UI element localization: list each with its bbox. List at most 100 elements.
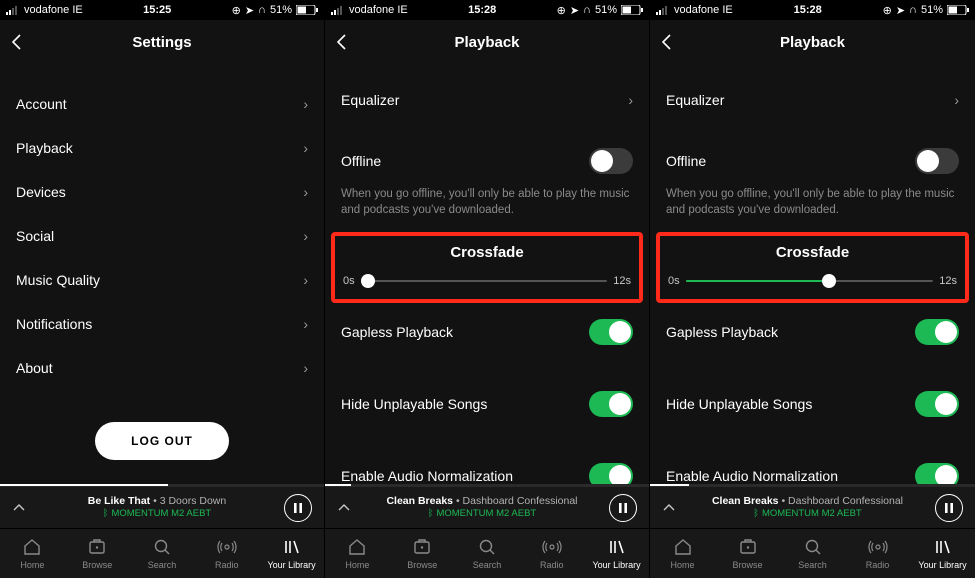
settings-item-devices[interactable]: Devices› [0, 170, 324, 214]
now-playing-bar[interactable]: Clean Breaks • Dashboard Confessional ᛒM… [650, 486, 975, 528]
track-title: Clean Breaks [386, 495, 453, 507]
browse-icon [738, 537, 758, 557]
nav-bar: Playback [325, 20, 649, 64]
settings-item-account[interactable]: Account› [0, 82, 324, 126]
battery-icon [296, 5, 318, 15]
tab-library[interactable]: Your Library [584, 529, 649, 578]
tab-radio[interactable]: Radio [519, 529, 584, 578]
now-playing-bar[interactable]: Clean Breaks • Dashboard Confessional ᛒM… [325, 486, 649, 528]
device-name: MOMENTUM M2 AEBT [436, 508, 536, 520]
tab-home[interactable]: Home [325, 529, 390, 578]
pause-button[interactable] [935, 494, 963, 522]
tab-search[interactable]: Search [780, 529, 845, 578]
settings-item-social[interactable]: Social› [0, 214, 324, 258]
crossfade-max: 12s [613, 275, 631, 287]
track-artist: 3 Doors Down [160, 495, 227, 507]
equalizer-row[interactable]: Equalizer› [650, 78, 975, 122]
gapless-toggle[interactable] [589, 319, 633, 345]
search-icon [477, 537, 497, 557]
offline-toggle[interactable] [915, 148, 959, 174]
signal-icon [6, 6, 20, 15]
audio-norm-row: Enable Audio Normalization [650, 449, 975, 484]
tab-radio[interactable]: Radio [194, 529, 259, 578]
equalizer-row[interactable]: Equalizer› [325, 78, 649, 122]
bluetooth-icon: ᛒ [103, 508, 109, 520]
crossfade-min: 0s [668, 275, 680, 287]
headphones-icon: ∩ [583, 4, 591, 16]
chevron-right-icon: › [303, 272, 308, 288]
status-bar: vodafone IE 15:25 ⊕ ➤ ∩ 51% [0, 0, 324, 20]
location-icon: ➤ [570, 4, 579, 17]
offline-row: Offline [650, 136, 975, 186]
alarm-icon: ⊕ [557, 4, 566, 17]
tab-radio[interactable]: Radio [845, 529, 910, 578]
now-playing-expand[interactable] [662, 504, 680, 512]
gapless-row: Gapless Playback [325, 305, 649, 359]
status-bar: vodafone IE 15:28 ⊕ ➤ ∩ 51% [325, 0, 649, 20]
settings-item-playback[interactable]: Playback› [0, 126, 324, 170]
back-button[interactable] [10, 20, 22, 64]
track-artist: Dashboard Confessional [788, 495, 903, 507]
chevron-up-icon [12, 504, 26, 512]
headphones-icon: ∩ [909, 4, 917, 16]
tab-home[interactable]: Home [0, 529, 65, 578]
offline-description: When you go offline, you'll only be able… [325, 186, 649, 230]
settings-item-about[interactable]: About› [0, 346, 324, 390]
back-button[interactable] [660, 20, 672, 64]
page-title: Playback [454, 34, 519, 51]
pause-button[interactable] [284, 494, 312, 522]
tab-bar: Home Browse Search Radio Your Library [650, 528, 975, 578]
pause-button[interactable] [609, 494, 637, 522]
radio-icon [542, 537, 562, 557]
library-icon [607, 537, 627, 557]
crossfade-slider[interactable] [361, 280, 608, 282]
audio-norm-toggle[interactable] [589, 463, 633, 484]
audio-norm-toggle[interactable] [915, 463, 959, 484]
clock: 15:25 [143, 4, 171, 16]
tab-search[interactable]: Search [455, 529, 520, 578]
offline-toggle[interactable] [589, 148, 633, 174]
tab-search[interactable]: Search [130, 529, 195, 578]
hide-unplayable-row: Hide Unplayable Songs [325, 377, 649, 431]
chevron-right-icon: › [954, 92, 959, 108]
search-icon [803, 537, 823, 557]
tab-library[interactable]: Your Library [259, 529, 324, 578]
hide-unplayable-row: Hide Unplayable Songs [650, 377, 975, 431]
chevron-up-icon [337, 504, 351, 512]
browse-icon [412, 537, 432, 557]
tab-library[interactable]: Your Library [910, 529, 975, 578]
now-playing-expand[interactable] [337, 504, 355, 512]
screen-settings: vodafone IE 15:25 ⊕ ➤ ∩ 51% Settings Acc… [0, 0, 325, 578]
battery-icon [947, 5, 969, 15]
crossfade-slider[interactable] [686, 280, 934, 282]
home-icon [673, 537, 693, 557]
radio-icon [217, 537, 237, 557]
pause-icon [944, 503, 954, 513]
radio-icon [868, 537, 888, 557]
chevron-left-icon [660, 33, 672, 51]
device-name: MOMENTUM M2 AEBT [762, 508, 862, 520]
logout-button[interactable]: LOG OUT [95, 422, 229, 460]
hide-unplayable-toggle[interactable] [589, 391, 633, 417]
settings-item-notifications[interactable]: Notifications› [0, 302, 324, 346]
settings-item-music-quality[interactable]: Music Quality› [0, 258, 324, 302]
track-title: Clean Breaks [712, 495, 779, 507]
now-playing-bar[interactable]: Be Like That • 3 Doors Down ᛒMOMENTUM M2… [0, 486, 324, 528]
now-playing-expand[interactable] [12, 504, 30, 512]
tab-browse[interactable]: Browse [390, 529, 455, 578]
battery-icon [621, 5, 643, 15]
signal-icon [656, 6, 670, 15]
crossfade-section: Crossfade 0s 12s [656, 232, 969, 303]
alarm-icon: ⊕ [232, 4, 241, 17]
gapless-toggle[interactable] [915, 319, 959, 345]
offline-label: Offline [341, 153, 381, 169]
location-icon: ➤ [896, 4, 905, 17]
hide-unplayable-toggle[interactable] [915, 391, 959, 417]
tab-browse[interactable]: Browse [715, 529, 780, 578]
pause-icon [293, 503, 303, 513]
back-button[interactable] [335, 20, 347, 64]
chevron-left-icon [10, 33, 22, 51]
tab-home[interactable]: Home [650, 529, 715, 578]
tab-browse[interactable]: Browse [65, 529, 130, 578]
browse-icon [87, 537, 107, 557]
